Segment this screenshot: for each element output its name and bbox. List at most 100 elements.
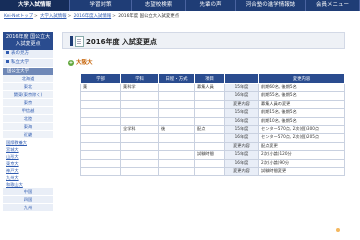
table-cell xyxy=(120,116,159,126)
sidebar-link-university[interactable]: 和歌山大 xyxy=(3,181,53,188)
university-name: 大阪大 xyxy=(76,60,93,66)
table-cell: センター570点, 2次(個)300点 xyxy=(258,124,345,135)
sidebar-region[interactable]: 北海道 xyxy=(3,75,53,83)
sidebar-region[interactable]: 甲信越 xyxy=(3,107,53,115)
table-cell: 試験時間 xyxy=(194,150,225,160)
sidebar-region[interactable]: 北陸 xyxy=(3,115,53,123)
sidebar-region[interactable]: 四国 xyxy=(3,196,53,204)
sidebar-title-line2: 入試変更点 xyxy=(15,41,41,47)
table-cell: 16年度 xyxy=(224,91,259,101)
table-cell xyxy=(194,158,225,168)
table-cell xyxy=(158,158,195,168)
table-row: 変更内容 試験時間変更 xyxy=(80,166,345,177)
tab-study[interactable]: 学習対策 xyxy=(70,0,132,11)
tab-school-search[interactable]: 志望校検索 xyxy=(132,0,186,11)
table-cell: センター570点, 2次(個)205点 xyxy=(258,133,345,143)
table-cell xyxy=(120,99,159,110)
breadcrumb-admissions[interactable]: 大学入試情報 xyxy=(40,14,66,19)
table-cell: 前期55名, 後期5名 xyxy=(258,91,345,101)
table-cell xyxy=(120,91,159,101)
table-row: 16年度 前期55名, 後期5名 xyxy=(80,91,345,101)
column-header xyxy=(224,73,259,84)
university-heading: + 大阪大 xyxy=(68,58,93,66)
sidebar-link-university[interactable]: 宮城大 xyxy=(3,146,53,153)
sidebar-region[interactable]: 東海 xyxy=(3,123,53,131)
sidebar-link-university[interactable]: 東京大 xyxy=(3,160,53,167)
table-cell: 16年度 xyxy=(224,116,259,126)
table-cell: 募集人員の変更 xyxy=(258,99,345,110)
table-cell: 薬科学 xyxy=(120,82,159,93)
breadcrumb-home[interactable]: Kei-Netトップ xyxy=(4,14,33,19)
table-cell xyxy=(80,166,121,177)
sidebar-item-how-to-read[interactable]: 表の見方 xyxy=(3,50,53,59)
document-icon xyxy=(75,36,84,47)
table-row: 16年度 センター570点, 2次(個)205点 xyxy=(80,133,345,143)
table-cell xyxy=(194,116,225,126)
table-cell: 15年度 xyxy=(224,150,259,160)
tab-admissions[interactable]: 大学入試情報 xyxy=(0,0,70,11)
sidebar-link-university[interactable]: 神戸大 xyxy=(3,167,53,174)
table-cell: 15年度 xyxy=(224,108,259,118)
table-cell: 薬 xyxy=(80,82,121,93)
table-cell xyxy=(80,141,121,152)
sidebar-link-university[interactable]: 国際教養大 xyxy=(3,139,53,146)
breadcrumb-2016[interactable]: 2016年度入試情報 xyxy=(74,14,112,19)
decorative-dot xyxy=(336,228,340,232)
table-cell: 16年度 xyxy=(224,133,259,143)
table-cell: 変更内容 xyxy=(224,99,259,110)
table-cell: 募集人員 xyxy=(194,82,225,93)
sidebar-link-university[interactable]: 山形大 xyxy=(3,153,53,160)
table-cell xyxy=(158,141,195,152)
table-cell: 前期60名, 後期5名 xyxy=(258,82,345,93)
table-cell xyxy=(158,166,195,177)
table-cell: 2次(小論)90分 xyxy=(258,158,345,168)
sidebar-item-private[interactable]: 私立大学 xyxy=(3,59,53,68)
tab-senior-voices[interactable]: 先輩の声 xyxy=(186,0,236,11)
table-cell: 前期10名, 後期5名 xyxy=(258,116,345,126)
table-cell: 前期15名, 後期5名 xyxy=(258,108,345,118)
bullet-icon xyxy=(6,51,9,54)
sidebar-title: 2016年度 国公立大 入試変更点 xyxy=(3,32,53,50)
table-cell: 後 xyxy=(158,124,195,135)
column-header: 日程・方式 xyxy=(158,73,195,84)
table-cell xyxy=(158,91,195,101)
table-row: 試験時間 15年度 2次(小論)120分 xyxy=(80,150,345,160)
table-header-row: 学部 学科 日程・方式 項目 変更内容 xyxy=(80,73,345,84)
table-row: 薬薬科学 募集人員 15年度 前期60名, 後期5名 xyxy=(80,82,345,93)
sidebar-region[interactable]: 中国 xyxy=(3,188,53,196)
plus-icon[interactable]: + xyxy=(68,59,74,66)
table-cell: 2次(小論)120分 xyxy=(258,150,345,160)
sidebar-region[interactable]: 近畿 xyxy=(3,131,53,139)
breadcrumb-current: 2016年度 国公立大入試変更点 xyxy=(118,14,180,19)
table-row: 変更内容 募集人員の変更 xyxy=(80,99,345,110)
tab-member-menu[interactable]: 会員メニュー xyxy=(306,0,360,11)
table-cell xyxy=(120,141,159,152)
sidebar-region[interactable]: 関東(東京除く) xyxy=(3,91,53,99)
table-cell xyxy=(80,116,121,126)
sidebar-region[interactable]: 九州 xyxy=(3,204,53,212)
sidebar-region[interactable]: 東京 xyxy=(3,99,53,107)
table-cell xyxy=(158,116,195,126)
table-cell xyxy=(158,133,195,143)
table-cell: 試験時間変更 xyxy=(258,166,345,177)
table-cell xyxy=(120,158,159,168)
column-header: 学科 xyxy=(120,73,159,84)
table-cell xyxy=(120,108,159,118)
column-header: 変更内容 xyxy=(258,73,345,84)
table-cell: 配点変更 xyxy=(258,141,345,152)
table-cell xyxy=(80,133,121,143)
table-row: 全学科後配点 15年度 センター570点, 2次(個)300点 xyxy=(80,124,345,135)
tab-magazine[interactable]: 河合塾の進学情報誌 xyxy=(236,0,306,11)
table-cell xyxy=(158,99,195,110)
sidebar-link-university[interactable]: 九州大 xyxy=(3,174,53,181)
table-cell: 15年度 xyxy=(224,124,259,135)
table-cell xyxy=(80,124,121,135)
table-cell: 16年度 xyxy=(224,158,259,168)
bullet-icon xyxy=(6,60,9,63)
sidebar-region[interactable]: 東北 xyxy=(3,83,53,91)
table-cell: 変更内容 xyxy=(224,141,259,152)
table-cell xyxy=(158,108,195,118)
sidebar-group-national[interactable]: 国公立大学 xyxy=(3,68,53,75)
table-cell xyxy=(158,82,195,93)
table-cell xyxy=(194,133,225,143)
